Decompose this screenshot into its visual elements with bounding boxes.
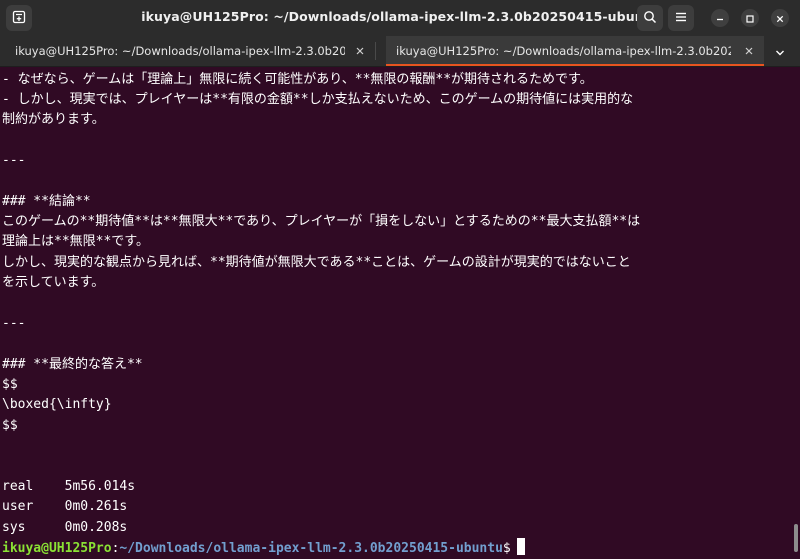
tab-terminal-1[interactable]: ikuya@UH125Pro: ~/Downloads/ollama-ipex-… bbox=[0, 36, 375, 66]
shell-prompt: ikuya@UH125Pro:~/Downloads/ollama-ipex-l… bbox=[2, 538, 525, 558]
terminal-line: --- bbox=[2, 316, 26, 331]
terminal-line: - なぜなら、ゲームは「理論上」無限に続く可能性があり、**無限の報酬**が期待… bbox=[2, 72, 593, 87]
prompt-user-host: ikuya@UH125Pro bbox=[2, 541, 112, 556]
tab-list-button[interactable] bbox=[772, 44, 788, 58]
terminal-line: --- bbox=[2, 153, 26, 168]
close-window-button[interactable] bbox=[771, 9, 789, 27]
hamburger-menu-icon bbox=[674, 9, 688, 28]
close-icon[interactable] bbox=[742, 44, 756, 58]
terminal-line: - しかし、現実では、プレイヤーは**有限の金額**しか支払えないため、このゲー… bbox=[2, 92, 634, 107]
tab-terminal-2[interactable]: ikuya@UH125Pro: ~/Downloads/ollama-ipex-… bbox=[386, 36, 764, 66]
terminal-line: を示しています。 bbox=[2, 275, 105, 290]
tab-label: ikuya@UH125Pro: ~/Downloads/ollama-ipex-… bbox=[15, 44, 345, 58]
menu-button[interactable] bbox=[668, 5, 694, 31]
window-titlebar: ikuya@UH125Pro: ~/Downloads/ollama-ipex-… bbox=[0, 0, 800, 36]
chevron-down-icon bbox=[775, 42, 785, 61]
terminal-line: $$ bbox=[2, 377, 18, 392]
terminal-line: \boxed{\infty} bbox=[2, 397, 112, 412]
terminal-line: $$ bbox=[2, 418, 18, 433]
close-icon[interactable] bbox=[353, 44, 367, 58]
terminal-line: ### **結論** bbox=[2, 194, 91, 209]
scrollbar-thumb[interactable] bbox=[794, 524, 798, 552]
terminal-line: ### **最終的な答え** bbox=[2, 357, 143, 372]
terminal-line: real 5m56.014s bbox=[2, 479, 136, 494]
tab-bar: ikuya@UH125Pro: ~/Downloads/ollama-ipex-… bbox=[0, 36, 800, 67]
terminal-line: しかし、現実的な観点から見れば、**期待値が無限大である**ことは、ゲームの設計… bbox=[2, 255, 631, 270]
terminal-line: 制約があります。 bbox=[2, 112, 105, 127]
maximize-icon bbox=[745, 9, 755, 28]
terminal-line: このゲームの**期待値**は**無限大**であり、プレイヤーが「損をしない」とす… bbox=[2, 214, 641, 229]
minimize-icon bbox=[715, 9, 725, 28]
search-button[interactable] bbox=[637, 5, 663, 31]
tab-label: ikuya@UH125Pro: ~/Downloads/ollama-ipex-… bbox=[396, 44, 731, 58]
minimize-button[interactable] bbox=[711, 9, 729, 27]
text-cursor bbox=[516, 538, 525, 555]
terminal-line: sys 0m0.208s bbox=[2, 520, 128, 535]
tab-separator bbox=[375, 42, 376, 60]
terminal-line: user 0m0.261s bbox=[2, 499, 128, 514]
prompt-path: ~/Downloads/ollama-ipex-llm-2.3.0b202504… bbox=[119, 541, 503, 556]
terminal-output[interactable]: - なぜなら、ゲームは「理論上」無限に続く可能性があり、**無限の報酬**が期待… bbox=[0, 67, 800, 558]
close-icon bbox=[775, 9, 785, 28]
maximize-button[interactable] bbox=[741, 9, 759, 27]
prompt-symbol: $ bbox=[502, 541, 511, 556]
search-icon bbox=[643, 9, 657, 28]
terminal-line: 理論上は**無限**です。 bbox=[2, 234, 150, 249]
